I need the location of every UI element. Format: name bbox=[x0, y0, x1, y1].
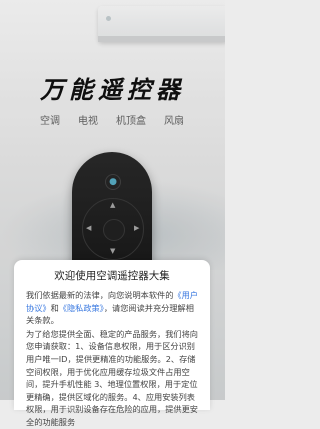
dialog-paragraph-2: 为了给您提供全面、稳定的产品服务，我们将向您申请获取：1、设备信息权限，用于区分… bbox=[26, 328, 198, 427]
dialog-body: 我们依据最新的法律，向您说明本软件的《用户协议》和《隐私政策》，请您阅读并充分理… bbox=[14, 289, 210, 429]
privacy-dialog: 欢迎使用空调遥控器大集 我们依据最新的法律，向您说明本软件的《用户协议》和《隐私… bbox=[14, 260, 210, 427]
dialog-title: 欢迎使用空调遥控器大集 bbox=[54, 270, 170, 282]
privacy-policy-link[interactable]: 《隐私政策》 bbox=[59, 303, 104, 313]
dialog-text-1a: 我们依据最新的法律，向您说明本软件的 bbox=[26, 290, 174, 300]
dialog-paragraph-1: 我们依据最新的法律，向您说明本软件的《用户协议》和《隐私政策》，请您阅读并充分理… bbox=[26, 289, 198, 327]
dialog-text-1b: 和 bbox=[50, 302, 59, 313]
